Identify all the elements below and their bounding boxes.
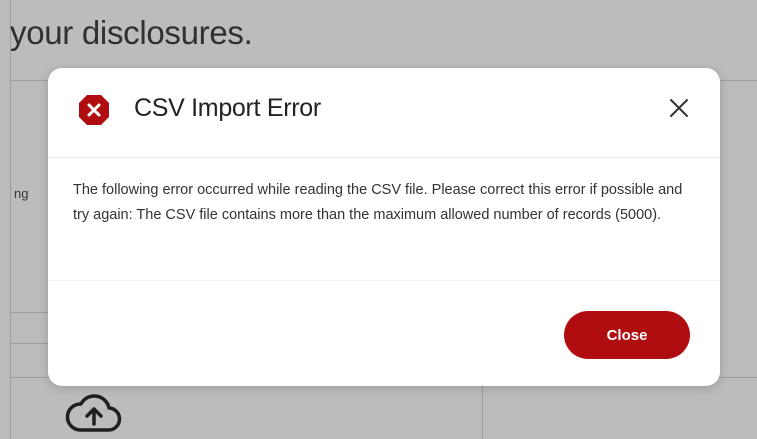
dialog-body: The following error occurred while readi… <box>48 158 720 281</box>
csv-import-error-dialog: CSV Import Error The following error occ… <box>48 68 720 386</box>
close-icon[interactable] <box>666 95 692 121</box>
dialog-header: CSV Import Error <box>48 68 720 158</box>
close-button[interactable]: Close <box>564 311 690 359</box>
error-message: The following error occurred while readi… <box>73 182 683 223</box>
dialog-title: CSV Import Error <box>134 94 321 122</box>
error-hexagon-icon <box>79 95 109 125</box>
